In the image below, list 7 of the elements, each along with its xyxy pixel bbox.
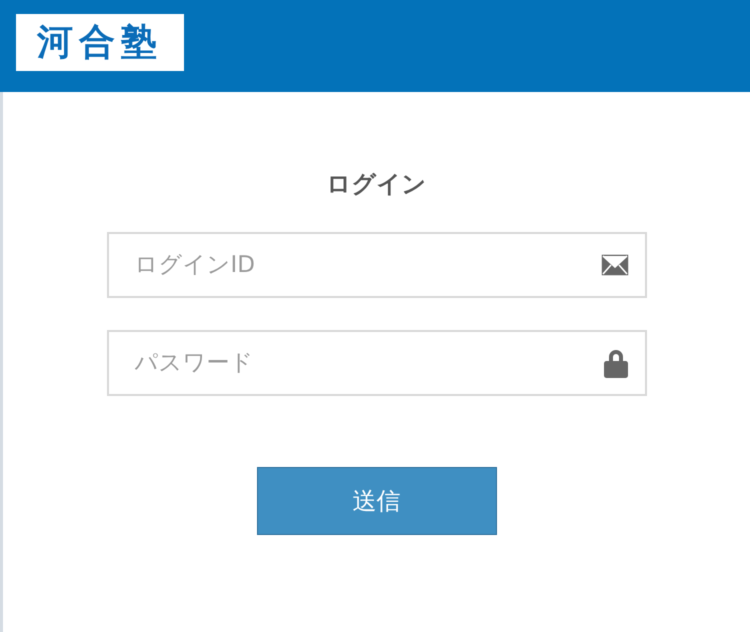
envelope-icon [600,254,628,276]
password-field[interactable]: パスワード [106,330,646,396]
logo[interactable]: 河合塾 [16,14,184,71]
lock-icon [602,348,628,378]
submit-button[interactable]: 送信 [256,467,496,535]
login-id-field[interactable]: ログインID [106,232,646,298]
login-title: ログイン [326,169,426,200]
